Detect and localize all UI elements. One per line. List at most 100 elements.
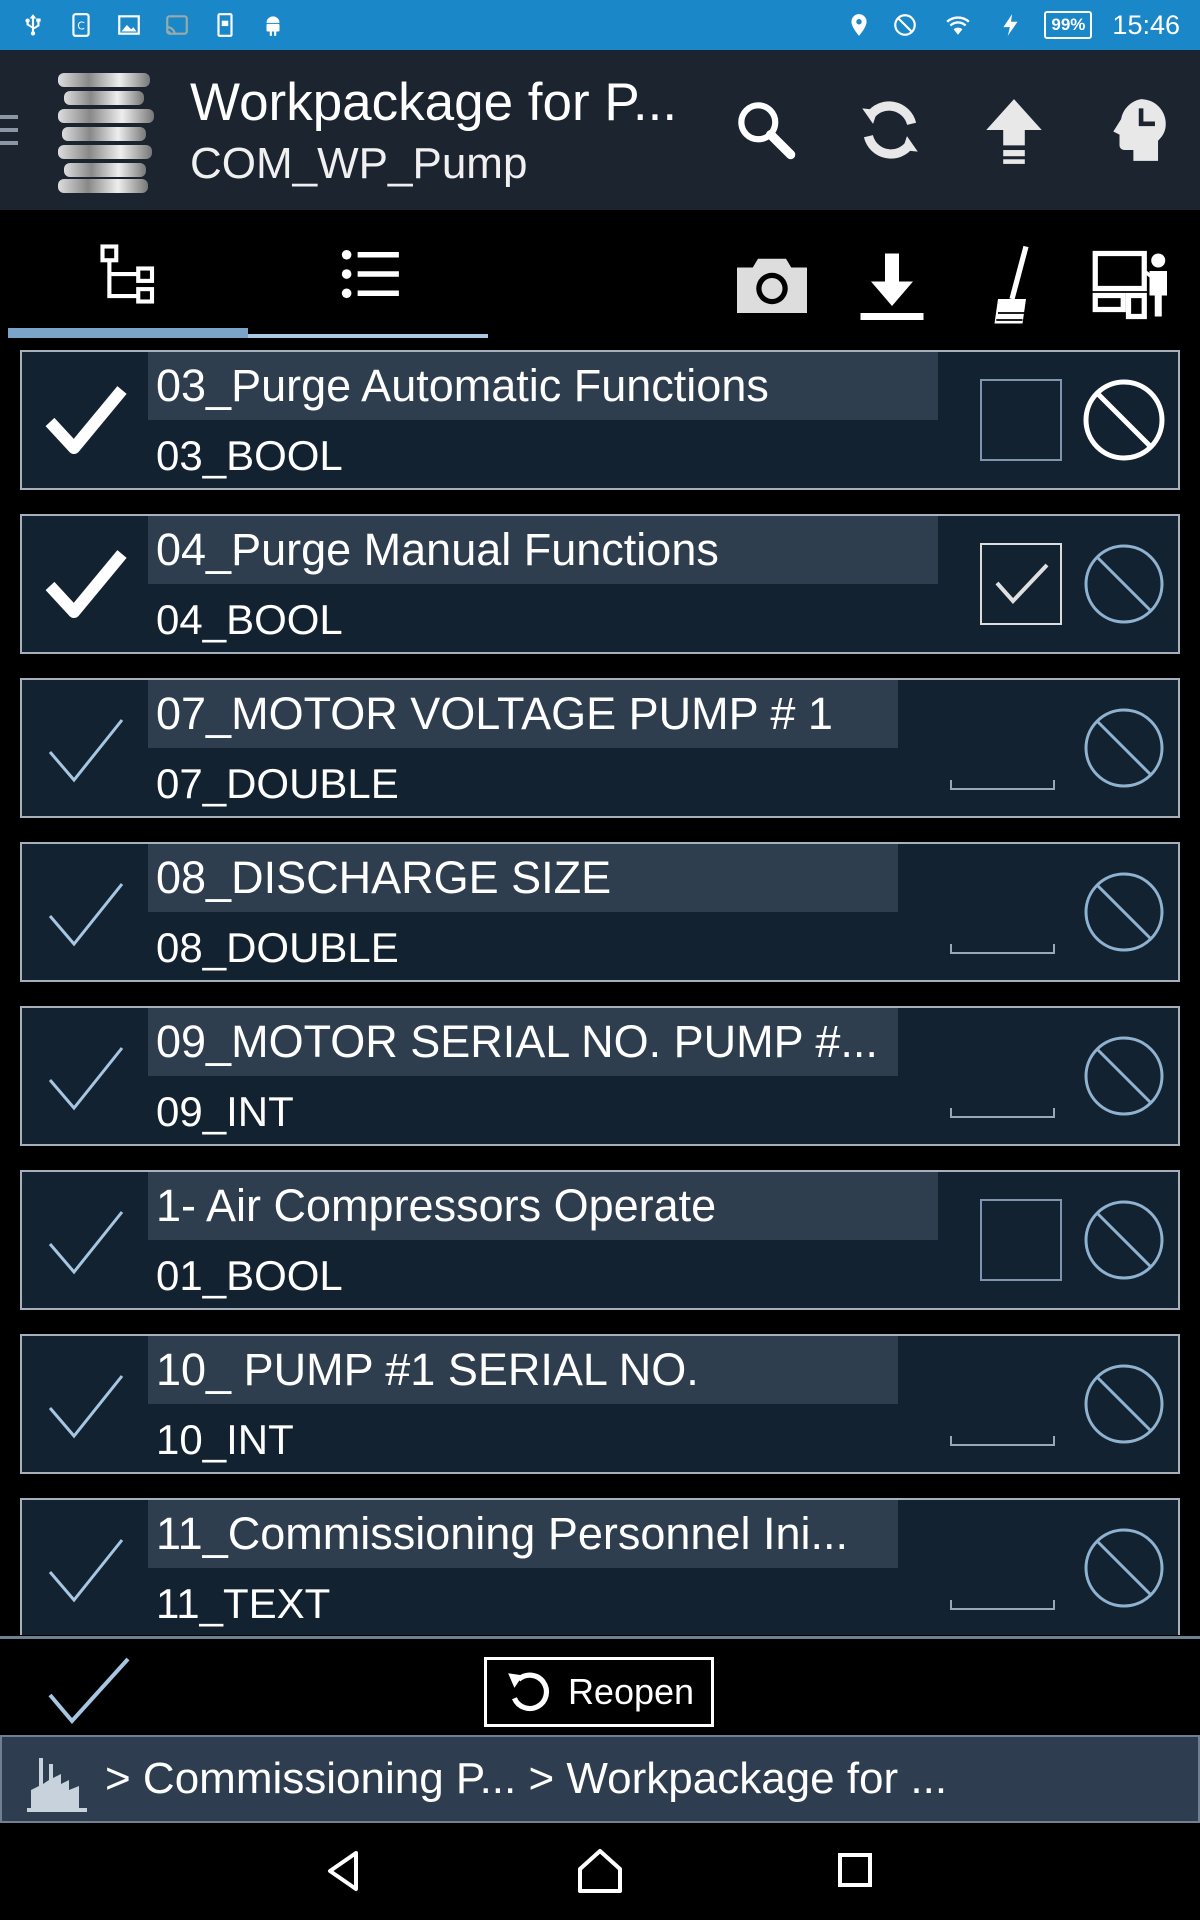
plant-icon [27, 1744, 87, 1814]
not-applicable-icon[interactable] [1082, 542, 1166, 626]
page-title: Workpackage for P... [190, 72, 678, 132]
row-label-box: 03_Purge Automatic Functions [148, 352, 938, 420]
completed-check-icon[interactable] [44, 546, 128, 622]
breadcrumb[interactable]: > Commissioning P... > Workpackage for .… [0, 1735, 1200, 1823]
download-icon [860, 253, 924, 320]
checklist: 03_Purge Automatic Functions 03_BOOL 04_Pu… [20, 350, 1180, 1635]
row-type: 04_BOOL [156, 596, 343, 643]
row-label-box: 04_Purge Manual Functions [148, 516, 938, 584]
tab-bar [0, 210, 1200, 340]
checklist-row[interactable]: 09_MOTOR SERIAL NO. PUMP #... 09_INT [20, 1006, 1180, 1146]
checklist-row[interactable]: 11_Commissioning Personnel Ini... 11_TEXT [20, 1498, 1180, 1635]
sync-button[interactable] [848, 88, 932, 172]
row-label-box: 08_DISCHARGE SIZE [148, 844, 898, 912]
checkbox-check-icon [995, 563, 1049, 604]
value-input[interactable] [950, 1436, 1055, 1446]
battery-indicator: 99% [1044, 11, 1093, 39]
app-bar: Workpackage for P... COM_WP_Pump [0, 50, 1200, 210]
checklist-row[interactable]: 07_MOTOR VOLTAGE PUMP # 1 07_DOUBLE [20, 678, 1180, 818]
checklist-row[interactable]: 10_ PUMP #1 SERIAL NO. 10_INT [20, 1334, 1180, 1474]
drawer-menu-icon[interactable] [0, 115, 20, 145]
search-button[interactable] [724, 88, 808, 172]
head-icon [1113, 99, 1166, 161]
value-input[interactable] [950, 1108, 1055, 1118]
complete-all-button[interactable] [44, 1653, 134, 1728]
row-label: 11_Commissioning Personnel Ini... [156, 1508, 849, 1559]
check-icon[interactable] [44, 1038, 128, 1114]
not-applicable-icon[interactable] [1082, 1198, 1166, 1282]
location-icon [846, 11, 872, 39]
breadcrumb-path: > Commissioning P... > Workpackage for .… [105, 1754, 948, 1803]
not-applicable-icon[interactable] [1082, 870, 1166, 954]
value-input[interactable] [950, 780, 1055, 790]
broom-icon [994, 245, 1029, 324]
check-icon[interactable] [44, 710, 128, 786]
upload-button[interactable] [972, 88, 1056, 172]
sim-icon: C [68, 11, 94, 39]
checklist-row[interactable]: 1- Air Compressors Operate 01_BOOL [20, 1170, 1180, 1310]
clock: 15:46 [1112, 9, 1180, 40]
row-label: 10_ PUMP #1 SERIAL NO. [156, 1344, 699, 1395]
devices-button[interactable] [1087, 240, 1177, 330]
check-icon[interactable] [44, 874, 128, 950]
recents-button[interactable] [826, 1841, 886, 1901]
not-applicable-icon[interactable] [1082, 1526, 1166, 1610]
checklist-row[interactable]: 03_Purge Automatic Functions 03_BOOL [20, 350, 1180, 490]
tab-list-view[interactable] [250, 210, 490, 338]
row-type: 03_BOOL [156, 432, 343, 479]
checklist-row[interactable]: 04_Purge Manual Functions 04_BOOL [20, 514, 1180, 654]
row-label: 04_Purge Manual Functions [156, 524, 719, 575]
check-icon[interactable] [44, 1202, 128, 1278]
upload-icon [986, 99, 1042, 164]
system-nav-bar [0, 1823, 1200, 1920]
value-checkbox[interactable] [980, 379, 1062, 461]
app-logo [50, 65, 160, 195]
search-icon [738, 102, 796, 160]
row-label-box: 1- Air Compressors Operate [148, 1172, 938, 1240]
cast-icon [164, 11, 190, 39]
wifi-icon [938, 11, 978, 39]
page-subtitle: COM_WP_Pump [190, 138, 528, 188]
value-checkbox[interactable] [980, 1199, 1062, 1281]
not-applicable-icon[interactable] [1082, 706, 1166, 790]
row-type: 08_DOUBLE [156, 924, 399, 971]
sync-icon [862, 101, 918, 159]
value-input[interactable] [950, 1600, 1055, 1610]
not-applicable-icon[interactable] [1082, 378, 1166, 462]
row-type: 11_TEXT [156, 1580, 331, 1627]
row-type: 07_DOUBLE [156, 760, 399, 807]
completed-check-icon[interactable] [44, 382, 128, 458]
back-button[interactable] [316, 1841, 376, 1901]
row-type: 10_INT [156, 1416, 294, 1463]
row-label: 07_MOTOR VOLTAGE PUMP # 1 [156, 688, 833, 739]
usb-icon [20, 11, 46, 39]
check-icon[interactable] [44, 1530, 128, 1606]
profile-button[interactable] [1096, 88, 1180, 172]
undo-icon [508, 1672, 549, 1712]
row-label: 09_MOTOR SERIAL NO. PUMP #... [156, 1016, 878, 1067]
save-icon [212, 11, 238, 39]
value-input[interactable] [950, 944, 1055, 954]
android-icon [260, 11, 286, 39]
action-bar: Reopen [0, 1636, 1200, 1736]
list-icon [341, 249, 399, 299]
value-checkbox[interactable] [980, 543, 1062, 625]
camera-button[interactable] [727, 240, 817, 330]
row-type: 01_BOOL [156, 1252, 343, 1299]
blocked-icon [892, 11, 918, 39]
download-button[interactable] [847, 240, 937, 330]
clear-button[interactable] [967, 240, 1057, 330]
tab-tree-view[interactable] [10, 210, 250, 338]
row-label: 03_Purge Automatic Functions [156, 360, 769, 411]
recents-icon [838, 1853, 872, 1887]
not-applicable-icon[interactable] [1082, 1362, 1166, 1446]
reopen-button[interactable]: Reopen [484, 1657, 714, 1727]
home-button[interactable] [570, 1841, 630, 1901]
status-bar: C 99% 15:46 [0, 0, 1200, 50]
checklist-row[interactable]: 08_DISCHARGE SIZE 08_DOUBLE [20, 842, 1180, 982]
home-icon [578, 1849, 622, 1893]
not-applicable-icon[interactable] [1082, 1034, 1166, 1118]
row-label: 08_DISCHARGE SIZE [156, 852, 612, 903]
row-label-box: 10_ PUMP #1 SERIAL NO. [148, 1336, 898, 1404]
check-icon[interactable] [44, 1366, 128, 1442]
